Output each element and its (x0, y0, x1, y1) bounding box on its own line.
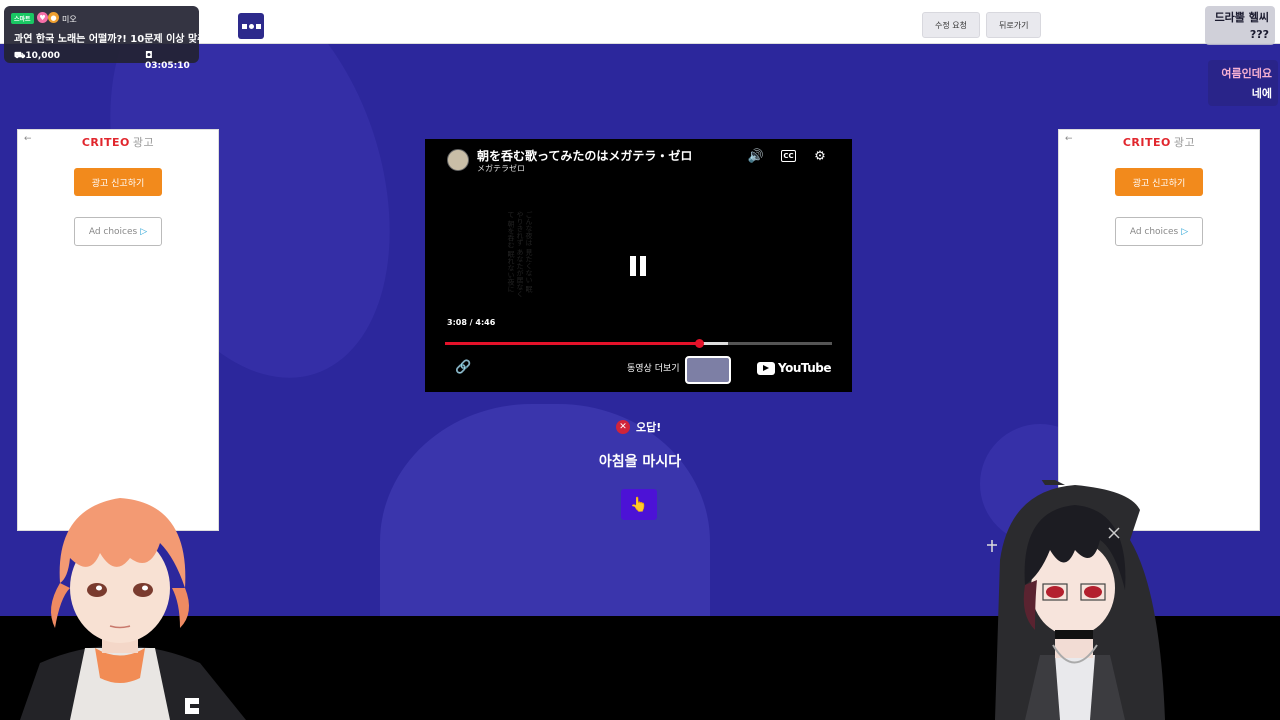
clock-icon: ◘ (145, 51, 153, 61)
channel-avatar[interactable] (447, 149, 469, 171)
back-button[interactable]: 뒤로가기 (986, 12, 1042, 38)
ad-choices-icon: ▷ (140, 226, 148, 237)
progress-bar[interactable] (445, 339, 832, 348)
correct-answer: 아침을 마시다 (598, 454, 682, 470)
report-ad-button[interactable]: 광고 신고하기 (74, 168, 162, 196)
video-player[interactable]: 朝を呑む歌ってみたのはメガテラ・ゼロ メガテラゼロ 🔊 CC ⚙ ごんな夜は 見… (425, 139, 852, 392)
stream-title: 과연 한국 노래는 어떨까?! 10문제 이상 맞추기 (14, 34, 216, 45)
streamer-avatar-left (20, 498, 246, 720)
youtube-logo[interactable]: YouTube (757, 361, 832, 375)
pause-icon[interactable] (630, 256, 646, 276)
chat-message: 여름인데요 네에 (1208, 60, 1278, 106)
report-ad-button[interactable]: 광고 신고하기 (1115, 168, 1203, 196)
wrong-x-icon: ✕ (616, 420, 630, 434)
streamer-name: 미오 (62, 15, 77, 24)
chat-username: 여름인데요 (1221, 67, 1272, 80)
chat-username: 드라뿔 헬씨 (1214, 11, 1269, 24)
ad-choices-icon: ▷ (1181, 226, 1189, 237)
streamer-avatar-right (987, 480, 1165, 720)
ad-brand: CRITEO 광고 (1122, 136, 1196, 149)
badge-icon: ● (48, 12, 59, 23)
settings-gear-icon[interactable]: ⚙ (811, 147, 829, 165)
result-status: ✕ 오답! (616, 419, 661, 435)
chat-message: 드라뿔 헬씨 ??? (1205, 6, 1275, 45)
chat-text: 네에 (1251, 87, 1272, 100)
ad-brand: CRITEO 광고 (81, 136, 155, 149)
heart-icon: ♥ (37, 12, 48, 23)
more-videos-thumbnail[interactable] (685, 356, 731, 384)
next-button[interactable]: 👆 (621, 489, 657, 520)
result-text: 오답! (636, 421, 662, 434)
time-display: 3:08 / 4:46 (447, 318, 496, 327)
captions-icon[interactable]: CC (781, 150, 796, 162)
channel-name[interactable]: メガテラゼロ (477, 163, 525, 174)
ad-choices-button[interactable]: Ad choices ▷ (74, 217, 162, 246)
youtube-play-icon (757, 361, 775, 375)
more-videos-label[interactable]: 동영상 더보기 (627, 361, 680, 374)
video-title[interactable]: 朝を呑む歌ってみたのはメガテラ・ゼロ (477, 147, 692, 164)
stream-info-overlay: 스마트 ♥ ● 미오 과연 한국 노래는 어떨까?! 10문제 이상 맞추기 ⛟… (4, 6, 216, 71)
viewer-count: ⛟10,000 (14, 51, 61, 61)
scrubber-handle[interactable] (695, 339, 705, 348)
uptime: ◘ 03:05:10 (145, 51, 190, 71)
edit-request-button[interactable]: 수정 요청 (922, 12, 980, 38)
chat-text: ??? (1249, 28, 1269, 41)
link-icon[interactable]: 🔗 (455, 360, 471, 375)
hand-cursor-icon: 👆 (630, 496, 648, 513)
viewer-icon: ⛟ (14, 51, 26, 61)
site-logo[interactable] (238, 13, 264, 39)
video-lyrics: ごんな夜は 見たくない 眠 やりきれず あなたが居なくて 朝を呑む 眠れない夜に (507, 211, 533, 298)
ad-choices-button[interactable]: Ad choices ▷ (1115, 217, 1203, 246)
volume-icon[interactable]: 🔊 (747, 147, 765, 165)
background-shape (380, 404, 710, 616)
progress-fill (445, 342, 700, 345)
ad-panel-left: ← CRITEO 광고 광고 신고하기 Ad choices ▷ (17, 129, 219, 531)
ad-panel-right: ← CRITEO 광고 광고 신고하기 Ad choices ▷ (1058, 129, 1260, 531)
live-badge: 스마트 (11, 13, 34, 24)
